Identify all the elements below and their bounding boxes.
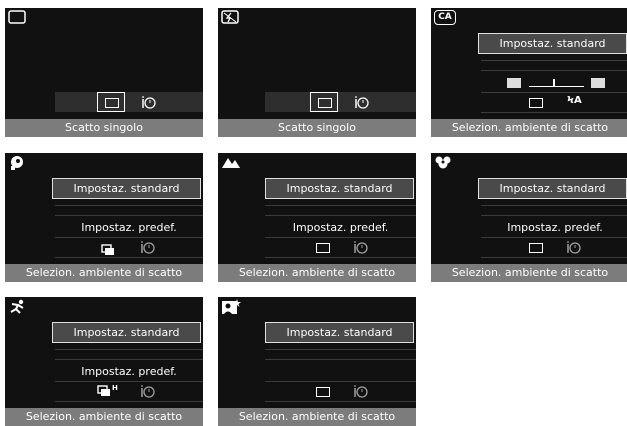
divider [55,215,203,216]
divider [55,401,203,402]
divider [481,215,627,216]
divider [265,205,416,206]
divider [481,92,627,93]
footer-label: Selezion. ambiente di scatto [5,408,203,426]
high-speed-label: H [112,384,118,392]
single-shot-icon[interactable] [310,92,338,112]
standard-settings-button[interactable]: Impostaz. standard [478,33,627,54]
full-auto-icon [8,10,28,25]
standard-settings-button[interactable]: Impostaz. standard [52,322,201,343]
screen-portrait: Impostaz. standard Impostaz. predef. Sel… [5,153,203,282]
footer-label: Scatto singolo [218,119,416,137]
closeup-icon [434,155,454,170]
flash-off-icon [221,10,241,25]
single-shot-icon[interactable] [97,92,125,112]
standard-settings-button[interactable]: Impostaz. standard [52,178,201,199]
divider [481,60,627,61]
divider [481,257,627,258]
divider [481,70,627,71]
footer-label: Selezion. ambiente di scatto [218,264,416,282]
drive-mode-bar [55,92,203,112]
single-shot-icon[interactable] [529,243,543,253]
single-shot-icon[interactable] [529,98,543,108]
divider [55,237,203,238]
standard-settings-button[interactable]: Impostaz. standard [265,178,414,199]
screen-closeup: Impostaz. standard Impostaz. predef. Sel… [431,153,627,282]
background-blur-slider[interactable] [507,76,607,90]
standard-settings-button[interactable]: Impostaz. standard [478,178,627,199]
self-timer-icon[interactable] [354,95,370,114]
landscape-icon [221,155,241,170]
footer-label: Selezion. ambiente di scatto [5,264,203,282]
divider [55,349,203,350]
screen-night-portrait: Impostaz. standard Selezion. ambiente di… [218,297,416,426]
self-timer-icon[interactable] [141,95,157,114]
divider [55,257,203,258]
screen-creative-auto: CA Impostaz. standard ϞA Selezion. ambie… [431,8,627,137]
footer-label: Selezion. ambiente di scatto [431,264,627,282]
divider [481,237,627,238]
default-settings-label[interactable]: Impostaz. predef. [55,221,203,234]
standard-settings-button[interactable]: Impostaz. standard [265,322,414,343]
sports-icon [8,299,28,314]
flash-auto-icon[interactable]: ϞA [567,95,582,106]
screen-flash-off: Scatto singolo [218,8,416,137]
divider [265,237,416,238]
divider [265,359,416,360]
single-shot-icon[interactable] [316,387,330,397]
screen-sports: Impostaz. standard Impostaz. predef. H S… [5,297,203,426]
default-settings-label[interactable]: Impostaz. predef. [481,221,627,234]
footer-label: Scatto singolo [5,119,203,137]
divider [265,215,416,216]
footer-label: Selezion. ambiente di scatto [431,119,627,137]
divider [265,401,416,402]
night-portrait-icon [221,299,241,314]
drive-mode-bar [265,92,416,112]
divider [481,205,627,206]
creative-auto-icon: CA [434,10,456,25]
divider [265,349,416,350]
default-settings-label[interactable]: Impostaz. predef. [55,365,203,378]
screen-full-auto: Scatto singolo [5,8,203,137]
screen-landscape: Impostaz. standard Impostaz. predef. Sel… [218,153,416,282]
divider [265,381,416,382]
footer-label: Selezion. ambiente di scatto [218,408,416,426]
divider [265,257,416,258]
divider [481,112,627,113]
portrait-icon [8,155,28,170]
divider [55,205,203,206]
single-shot-icon[interactable] [316,243,330,253]
divider [55,359,203,360]
continuous-high-speed-icon[interactable]: H [97,384,123,397]
default-settings-label[interactable]: Impostaz. predef. [265,221,416,234]
divider [55,381,203,382]
